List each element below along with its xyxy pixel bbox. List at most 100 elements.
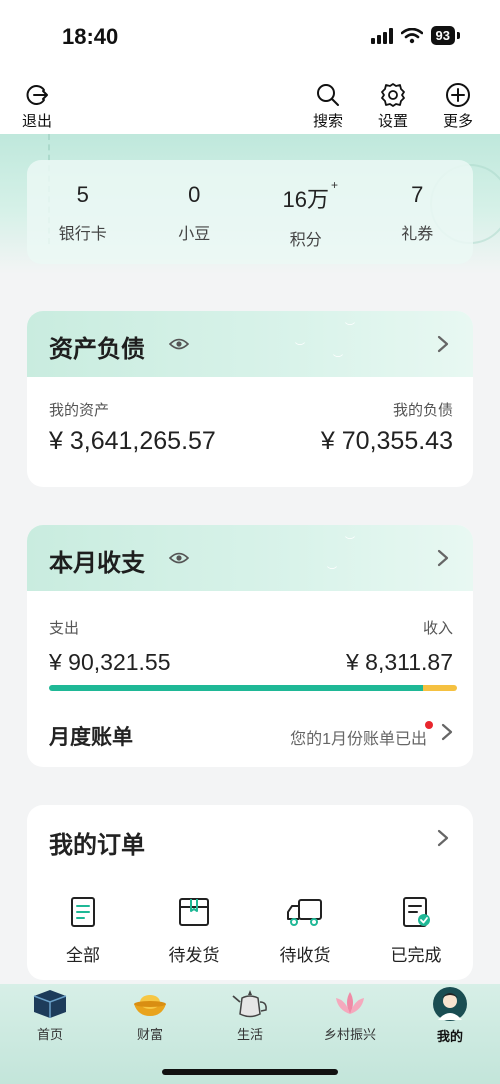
notification-dot bbox=[425, 721, 433, 729]
nav-life[interactable]: 生活 bbox=[200, 986, 300, 1043]
nav-wealth[interactable]: 财富 bbox=[100, 986, 200, 1043]
monthly-bill-row[interactable]: 月度账单 您的1月份账单已出 bbox=[49, 721, 453, 751]
stat-value: 0 bbox=[188, 182, 201, 207]
assets-card-title: 资产负债 bbox=[49, 336, 145, 363]
bird-decoration: ︶ bbox=[333, 355, 343, 366]
order-all[interactable]: 全部 bbox=[33, 895, 133, 966]
assets-values: ¥ 3,641,265.57 ¥ 70,355.43 bbox=[49, 427, 453, 456]
completed-icon bbox=[403, 897, 430, 927]
monthly-card[interactable]: 本月收支 ︶ ︶ 支出 收入 ¥ 90,321.55 ¥ 8,311.87 月度… bbox=[27, 525, 473, 767]
logout-icon bbox=[26, 85, 48, 105]
search-icon bbox=[317, 84, 339, 106]
chevron-right-icon[interactable] bbox=[437, 549, 449, 567]
liabilities-label: 我的负债 bbox=[392, 402, 453, 419]
nav-home[interactable]: 首页 bbox=[0, 986, 100, 1043]
eye-icon[interactable] bbox=[169, 337, 189, 351]
stat-points[interactable]: 16万 + 积分 bbox=[250, 160, 362, 264]
expense-value: ¥ 90,321.55 bbox=[49, 649, 171, 675]
income-value: ¥ 8,311.87 bbox=[345, 649, 453, 675]
nav-label: 我的 bbox=[436, 1029, 463, 1044]
stat-label: 小豆 bbox=[178, 226, 211, 243]
more-button[interactable]: 更多 bbox=[443, 82, 473, 131]
bird-decoration: ︶ bbox=[327, 567, 337, 578]
package-icon bbox=[179, 898, 209, 926]
lotus-icon bbox=[336, 992, 364, 1014]
bill-note: 您的1月份账单已出 bbox=[290, 731, 427, 748]
stat-value-text: 16万 bbox=[282, 187, 329, 212]
search-button[interactable]: 搜索 bbox=[313, 82, 343, 131]
chevron-right-icon[interactable] bbox=[437, 335, 449, 353]
stat-plus-badge: + bbox=[330, 178, 338, 192]
search-label: 搜索 bbox=[313, 113, 344, 130]
income-bar-fill bbox=[422, 685, 457, 691]
stat-label: 积分 bbox=[289, 232, 322, 249]
orders-card: 我的订单 全部 待发货 待收货 已完成 bbox=[27, 805, 473, 980]
monthly-labels: 支出 收入 bbox=[49, 617, 453, 638]
assets-label: 我的资产 bbox=[49, 402, 110, 419]
order-to-receive[interactable]: 待收货 bbox=[255, 895, 355, 966]
hero-banner: 5 银行卡 0 小豆 16万 + 积分 7 礼券 bbox=[0, 134, 500, 274]
plus-circle-icon bbox=[446, 83, 470, 107]
stat-label: 银行卡 bbox=[58, 226, 107, 243]
assets-labels: 我的资产 我的负债 bbox=[49, 399, 453, 420]
nav-label: 乡村振兴 bbox=[323, 1027, 376, 1042]
bird-decoration: ︶ bbox=[295, 343, 305, 354]
settings-label: 设置 bbox=[378, 113, 409, 130]
orders-title: 我的订单 bbox=[49, 832, 145, 859]
status-time: 18:40 bbox=[62, 24, 119, 49]
nav-label: 生活 bbox=[236, 1027, 263, 1042]
income-label: 收入 bbox=[422, 620, 453, 637]
bill-title: 月度账单 bbox=[49, 726, 133, 749]
stat-coupons[interactable]: 7 礼券 bbox=[362, 160, 474, 264]
more-label: 更多 bbox=[443, 113, 474, 130]
gold-ingot-icon bbox=[134, 995, 166, 1016]
order-to-ship[interactable]: 待发货 bbox=[144, 895, 244, 966]
logout-label: 退出 bbox=[22, 113, 53, 130]
signal-icon bbox=[370, 27, 393, 44]
bird-decoration: ︶ bbox=[345, 537, 355, 548]
nav-rural[interactable]: 乡村振兴 bbox=[300, 986, 400, 1043]
document-icon bbox=[71, 897, 95, 927]
order-label: 全部 bbox=[66, 946, 100, 965]
bird-decoration: ︶ bbox=[345, 323, 355, 334]
monthly-card-header: 本月收支 ︶ ︶ bbox=[27, 525, 473, 591]
status-bar: 18:40 93 bbox=[0, 0, 500, 72]
stat-beans[interactable]: 0 小豆 bbox=[139, 160, 251, 264]
income-expense-bar bbox=[49, 685, 457, 691]
home-indicator bbox=[162, 1069, 338, 1075]
nav-label: 首页 bbox=[36, 1027, 63, 1042]
order-label: 待收货 bbox=[279, 946, 331, 965]
battery-icon bbox=[457, 32, 460, 39]
assets-value: ¥ 3,641,265.57 bbox=[49, 427, 216, 455]
eye-icon[interactable] bbox=[169, 551, 189, 565]
top-bar: 退出 搜索 设置 更多 bbox=[0, 72, 500, 134]
expense-bar-fill bbox=[49, 685, 423, 691]
stat-label: 礼券 bbox=[401, 226, 434, 243]
assets-card-header: 资产负债 ︶ ︶ ︶ bbox=[27, 311, 473, 377]
chevron-right-icon[interactable] bbox=[437, 829, 449, 847]
order-completed[interactable]: 已完成 bbox=[366, 895, 466, 966]
chevron-right-icon[interactable] bbox=[441, 723, 453, 741]
gear-icon bbox=[381, 83, 405, 107]
nav-mine[interactable]: 我的 bbox=[400, 986, 500, 1045]
logout-button[interactable]: 退出 bbox=[22, 82, 52, 131]
monthly-values: ¥ 90,321.55 ¥ 8,311.87 bbox=[49, 649, 453, 676]
status-icons: 93 bbox=[370, 26, 460, 45]
stats-card: 5 银行卡 0 小豆 16万 + 积分 7 礼券 bbox=[27, 160, 473, 264]
wifi-icon bbox=[400, 27, 423, 43]
teapot-icon bbox=[232, 990, 267, 1018]
avatar-icon bbox=[433, 987, 467, 1021]
monthly-card-title: 本月收支 bbox=[49, 550, 145, 577]
stat-value: 5 bbox=[76, 182, 89, 207]
book-icon bbox=[33, 990, 67, 1018]
settings-button[interactable]: 设置 bbox=[378, 82, 408, 131]
order-label: 已完成 bbox=[390, 946, 442, 965]
assets-card[interactable]: 资产负债 ︶ ︶ ︶ 我的资产 我的负债 ¥ 3,641,265.57 ¥ 70… bbox=[27, 311, 473, 487]
battery-level: 93 bbox=[430, 26, 455, 45]
expense-label: 支出 bbox=[49, 620, 80, 637]
liabilities-value: ¥ 70,355.43 bbox=[320, 427, 453, 455]
order-label: 待发货 bbox=[168, 946, 220, 965]
nav-label: 财富 bbox=[136, 1027, 163, 1042]
truck-icon bbox=[287, 899, 322, 926]
stat-bank-cards[interactable]: 5 银行卡 bbox=[27, 160, 139, 264]
